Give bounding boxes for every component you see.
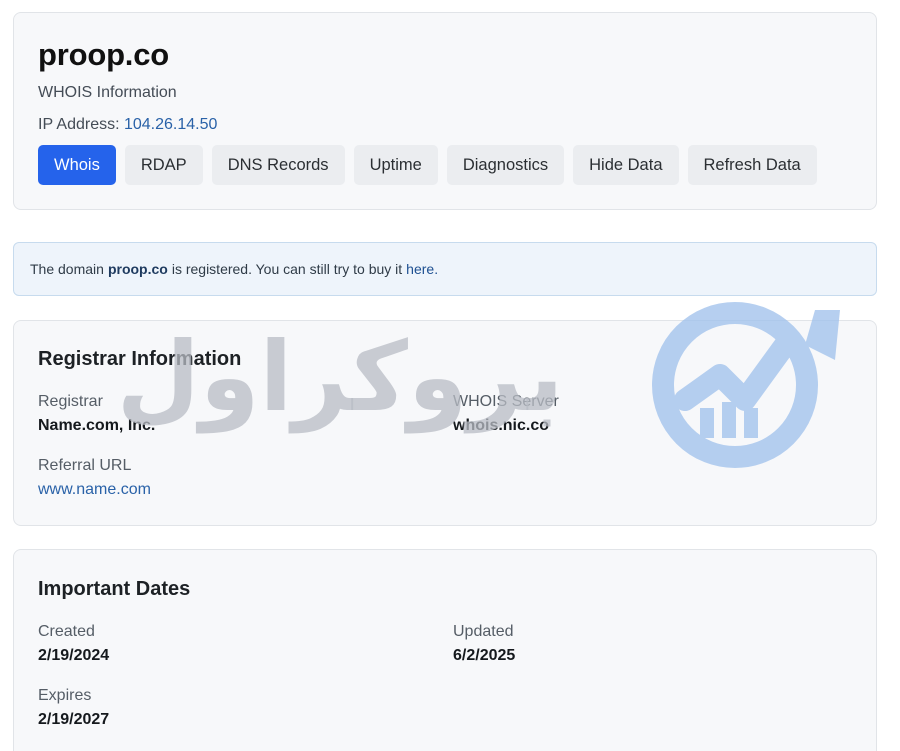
registrar-section-title: Registrar Information <box>38 348 242 370</box>
created-value: 2/19/2024 <box>38 647 110 664</box>
notice-prefix: The domain <box>30 261 104 277</box>
referral-url-label: Referral URL <box>38 457 132 474</box>
updated-label: Updated <box>453 623 514 640</box>
tab-diagnostics[interactable]: Diagnostics <box>446 145 565 185</box>
expires-value: 2/19/2027 <box>38 711 110 728</box>
buy-domain-link[interactable]: here. <box>406 261 438 277</box>
created-label: Created <box>38 623 95 640</box>
notice-domain: proop.co <box>107 261 168 277</box>
expires-label: Expires <box>38 687 92 704</box>
registrar-value: Name.com, Inc. <box>38 417 156 434</box>
referral-url-link[interactable]: www.name.com <box>38 481 151 499</box>
important-dates-card: Important Dates Created 2/19/2024 Update… <box>13 549 877 751</box>
updated-value: 6/2/2025 <box>453 647 516 664</box>
whois-server-label: WHOIS Server <box>453 393 559 410</box>
whois-server-value: whois.nic.co <box>453 417 550 434</box>
tab-whois[interactable]: Whois <box>38 145 116 185</box>
tab-rdap[interactable]: RDAP <box>124 145 203 185</box>
refresh-data-button[interactable]: Refresh Data <box>687 145 817 185</box>
hide-data-button[interactable]: Hide Data <box>573 145 679 185</box>
ip-address-row: IP Address: 104.26.14.50 <box>38 116 217 134</box>
ip-address-link[interactable]: 104.26.14.50 <box>124 116 217 133</box>
registrar-card: Registrar Information Registrar Name.com… <box>13 320 877 526</box>
tab-bar: Whois RDAP DNS Records Uptime Diagnostic… <box>38 145 817 185</box>
domain-header-card: proop.co WHOIS Information IP Address: 1… <box>13 12 877 210</box>
registration-notice: The domain proop.co is registered. You c… <box>13 242 877 296</box>
registrar-label: Registrar <box>38 393 103 410</box>
dates-section-title: Important Dates <box>38 578 191 600</box>
notice-text: is registered. You can still try to buy … <box>171 261 403 277</box>
ip-address-label: IP Address: <box>38 116 120 133</box>
tab-uptime[interactable]: Uptime <box>353 145 438 185</box>
tab-dns-records[interactable]: DNS Records <box>211 145 345 185</box>
page-title: proop.co <box>38 37 169 72</box>
page-subtitle: WHOIS Information <box>38 84 177 101</box>
